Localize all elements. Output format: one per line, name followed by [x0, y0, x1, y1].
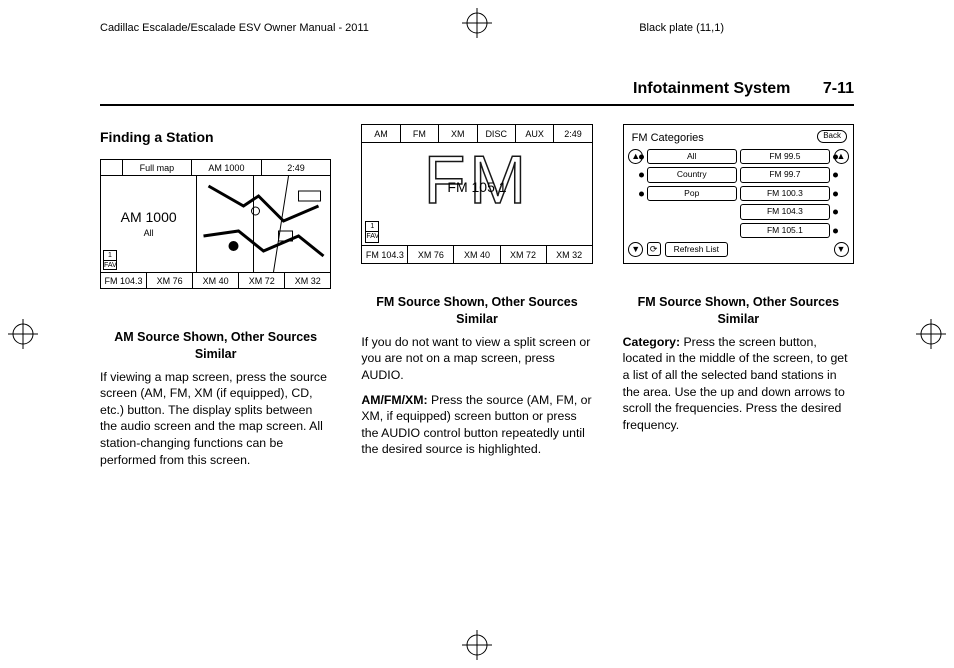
d3-freq-3[interactable]: FM 100.3: [740, 186, 830, 201]
d1-time-label: 2:49: [262, 160, 331, 175]
page-number: 7-11: [823, 80, 854, 97]
col2-paragraph-2: AM/FM/XM: Press the source (AM, FM, or X…: [361, 392, 592, 458]
d1-top-empty: [101, 160, 123, 175]
d3-freq-2[interactable]: FM 99.7: [740, 167, 830, 182]
d3-freq-4[interactable]: FM 104.3: [740, 204, 830, 219]
d1-current-station: AM 1000: [101, 208, 196, 227]
d1-fullmap-button[interactable]: Full map: [123, 160, 193, 175]
d3-title: FM Categories: [632, 131, 704, 146]
d3-freq-1[interactable]: FM 99.5: [740, 149, 830, 164]
crop-mark-right: [916, 319, 946, 349]
d1-preset-3[interactable]: XM 40: [193, 273, 239, 288]
d1-preset-5[interactable]: XM 32: [285, 273, 330, 288]
col3-para-text: Press the screen button, located in the …: [623, 335, 848, 432]
manual-title: Cadillac Escalade/Escalade ESV Owner Man…: [100, 22, 369, 34]
d1-category-label[interactable]: All: [101, 227, 196, 239]
plate-label: Black plate (11,1): [639, 22, 724, 34]
running-head: Infotainment System 7-11: [100, 80, 854, 106]
diagram-fm-big: AM FM XM DISC AUX 2:49 FM FM 105.1 1 FAV…: [361, 124, 592, 264]
d1-fav-num: 1: [104, 251, 116, 261]
d1-fav-label: FAV: [104, 261, 116, 270]
d2-fav-num: 1: [366, 222, 378, 232]
d2-preset-2[interactable]: XM 76: [408, 246, 454, 263]
column-3: FM Categories Back ▲ ▼ All Country Pop ⟳…: [623, 124, 854, 476]
col2-label: AM/FM/XM:: [361, 393, 427, 407]
d3-cat-pop[interactable]: Pop: [647, 186, 737, 201]
d1-preset-4[interactable]: XM 72: [239, 273, 285, 288]
diagram-fm-categories: FM Categories Back ▲ ▼ All Country Pop ⟳…: [623, 124, 854, 264]
d2-fav-button[interactable]: 1 FAV: [365, 221, 379, 243]
d2-fav-label: FAV: [366, 232, 378, 241]
d2-preset-5[interactable]: XM 32: [547, 246, 592, 263]
d2-preset-1[interactable]: FM 104.3: [362, 246, 408, 263]
d2-preset-4[interactable]: XM 72: [501, 246, 547, 263]
d3-refresh-button[interactable]: Refresh List: [665, 242, 728, 257]
col2-caption: FM Source Shown, Other Sources Similar: [361, 294, 592, 328]
column-1: Finding a Station Full map AM 1000 2:49 …: [100, 124, 331, 476]
diagram-am-map: Full map AM 1000 2:49 AM 1000 All: [100, 159, 331, 289]
col3-label: Category:: [623, 335, 680, 349]
d3-refresh-icon[interactable]: ⟳: [647, 242, 661, 256]
col2-paragraph-1: If you do not want to view a split scree…: [361, 334, 592, 384]
d3-freq-down-icon[interactable]: ▼: [834, 242, 849, 257]
d1-map-area[interactable]: [197, 176, 330, 272]
d3-cat-down-icon[interactable]: ▼: [628, 242, 643, 257]
crop-mark-bottom: [462, 630, 492, 660]
d1-station-label: AM 1000: [192, 160, 262, 175]
d1-fav-button[interactable]: 1 FAV: [103, 250, 117, 270]
col1-caption: AM Source Shown, Other Sources Similar: [100, 329, 331, 363]
topic-heading: Finding a Station: [100, 128, 331, 147]
d2-frequency: FM 105.1: [362, 178, 591, 197]
crop-mark-left: [8, 319, 38, 349]
d1-preset-2[interactable]: XM 76: [147, 273, 193, 288]
column-2: AM FM XM DISC AUX 2:49 FM FM 105.1 1 FAV…: [361, 124, 592, 476]
d3-back-button[interactable]: Back: [817, 130, 847, 143]
col1-paragraph: If viewing a map screen, press the sourc…: [100, 369, 331, 469]
d3-freq-5[interactable]: FM 105.1: [740, 223, 830, 238]
d2-preset-3[interactable]: XM 40: [454, 246, 500, 263]
d1-preset-1[interactable]: FM 104.3: [101, 273, 147, 288]
col3-paragraph: Category: Press the screen button, locat…: [623, 334, 854, 434]
section-name: Infotainment System: [633, 80, 790, 97]
d3-cat-country[interactable]: Country: [647, 167, 737, 182]
col3-caption: FM Source Shown, Other Sources Similar: [623, 294, 854, 328]
d3-cat-all[interactable]: All: [647, 149, 737, 164]
